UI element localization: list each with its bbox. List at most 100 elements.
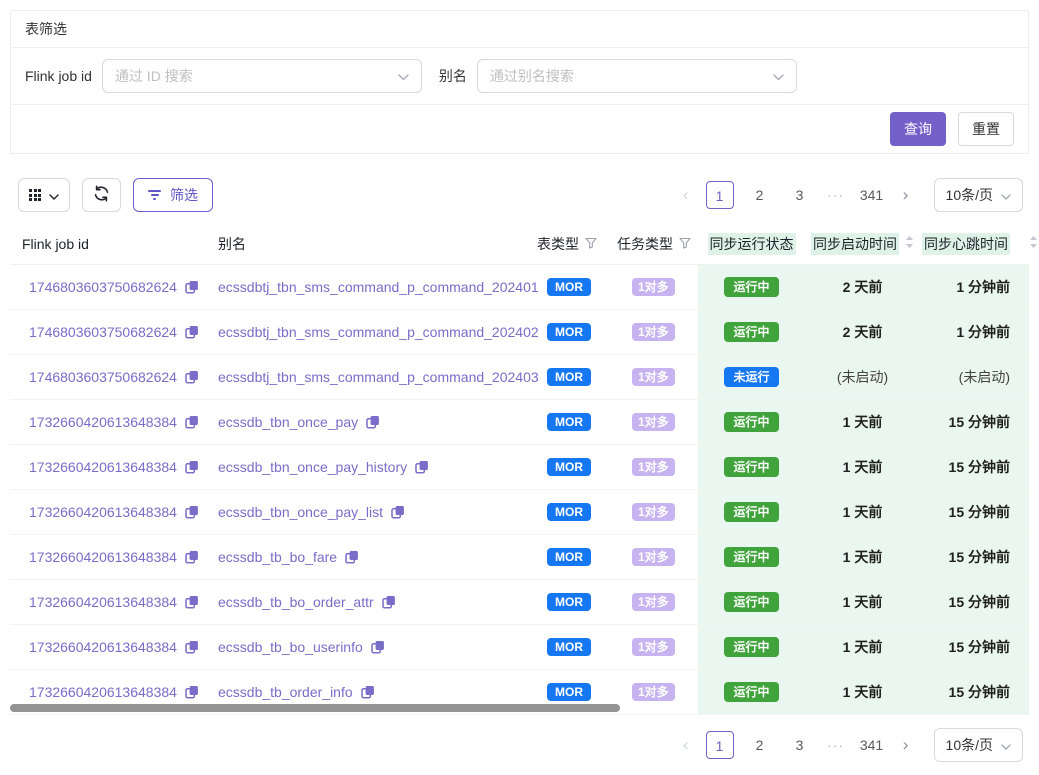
next-page-icon[interactable]: › xyxy=(894,731,918,759)
copy-icon[interactable] xyxy=(185,370,199,384)
task-type-cell: 1对多 xyxy=(617,580,698,624)
job-id-link[interactable]: 1732660420613648384 xyxy=(29,459,177,475)
column-filter-icon[interactable] xyxy=(585,236,597,252)
query-button[interactable]: 查询 xyxy=(890,112,946,146)
alias-select[interactable]: 通过别名搜索 xyxy=(477,59,797,93)
sync-status-cell: 运行中 xyxy=(698,580,805,624)
next-page-icon[interactable]: › xyxy=(894,181,918,209)
prev-page-icon[interactable]: ‹ xyxy=(674,731,698,759)
alias-link[interactable]: ecssdbtj_tbn_sms_command_p_command_20240… xyxy=(218,279,539,295)
grid-icon xyxy=(29,189,41,201)
copy-icon[interactable] xyxy=(185,640,199,654)
page-3-button[interactable]: 3 xyxy=(786,731,814,759)
sync-heartbeat-time-cell: 15 分钟前 xyxy=(920,670,1029,714)
filter-toggle-button[interactable]: 筛选 xyxy=(133,178,213,212)
task-type-badge: 1对多 xyxy=(632,278,675,296)
copy-icon[interactable] xyxy=(185,325,199,339)
task-type-cell: 1对多 xyxy=(617,400,698,444)
copy-icon[interactable] xyxy=(391,505,405,519)
sync-status-cell: 运行中 xyxy=(698,445,805,489)
alias-link[interactable]: ecssdb_tb_order_info xyxy=(218,684,353,700)
job-id-link[interactable]: 1746803603750682624 xyxy=(29,279,177,295)
task-type-cell: 1对多 xyxy=(617,445,698,489)
refresh-icon xyxy=(93,185,110,205)
filter-card: 表筛选 Flink job id 通过 ID 搜索 别名 通过别名搜索 查询 重… xyxy=(10,10,1029,154)
task-type-cell: 1对多 xyxy=(617,670,698,714)
bottom-pagination-bar: ‹ 1 2 3 ··· 341 › 10条/页 xyxy=(0,728,1039,762)
table-type-badge: MOR xyxy=(547,638,591,656)
col-header-sync-heartbeat-time: 同步心跳时间 xyxy=(920,233,1029,255)
sync-status-cell: 运行中 xyxy=(698,625,805,669)
copy-icon[interactable] xyxy=(371,640,385,654)
page-2-button[interactable]: 2 xyxy=(746,181,774,209)
copy-icon[interactable] xyxy=(185,550,199,564)
col-label: Flink job id xyxy=(22,236,89,252)
column-settings-button[interactable] xyxy=(18,178,70,212)
pagination-ellipsis[interactable]: ··· xyxy=(824,737,848,753)
copy-icon[interactable] xyxy=(361,685,375,699)
status-badge: 运行中 xyxy=(724,277,778,297)
page-last-button[interactable]: 341 xyxy=(858,731,886,759)
flink-job-id-placeholder: 通过 ID 搜索 xyxy=(115,66,193,86)
task-type-badge: 1对多 xyxy=(632,593,675,611)
copy-icon[interactable] xyxy=(185,415,199,429)
prev-page-icon[interactable]: ‹ xyxy=(674,181,698,209)
copy-icon[interactable] xyxy=(185,505,199,519)
job-id-cell: 1732660420613648384 xyxy=(10,625,218,669)
copy-icon[interactable] xyxy=(185,685,199,699)
job-id-link[interactable]: 1746803603750682624 xyxy=(29,369,177,385)
table-type-badge: MOR xyxy=(547,323,591,341)
col-label: 同步心跳时间 xyxy=(922,233,1010,255)
chevron-down-icon xyxy=(398,68,409,84)
status-badge: 运行中 xyxy=(724,682,778,702)
copy-icon[interactable] xyxy=(415,460,429,474)
reset-button[interactable]: 重置 xyxy=(958,112,1014,146)
page-1-button[interactable]: 1 xyxy=(706,181,734,209)
copy-icon[interactable] xyxy=(345,550,359,564)
alias-link[interactable]: ecssdb_tbn_once_pay_list xyxy=(218,504,383,520)
sync-status-cell: 运行中 xyxy=(698,310,805,354)
status-badge: 运行中 xyxy=(724,457,778,477)
alias-link[interactable]: ecssdb_tbn_once_pay xyxy=(218,414,358,430)
heartbeat-time-value: 15 分钟前 xyxy=(949,502,1010,522)
column-sorter-icon[interactable] xyxy=(905,235,914,252)
heartbeat-time-value: 1 分钟前 xyxy=(956,322,1010,342)
column-filter-icon[interactable] xyxy=(679,236,691,252)
job-id-link[interactable]: 1732660420613648384 xyxy=(29,684,177,700)
job-id-link[interactable]: 1732660420613648384 xyxy=(29,414,177,430)
alias-link[interactable]: ecssdbtj_tbn_sms_command_p_command_20240… xyxy=(218,324,539,340)
job-id-link[interactable]: 1732660420613648384 xyxy=(29,594,177,610)
column-sorter-icon[interactable] xyxy=(1029,235,1038,252)
job-id-cell: 1746803603750682624 xyxy=(10,310,218,354)
sync-start-time-cell: 1 天前 xyxy=(805,445,920,489)
copy-icon[interactable] xyxy=(185,595,199,609)
job-id-link[interactable]: 1732660420613648384 xyxy=(29,549,177,565)
horizontal-scrollbar[interactable] xyxy=(10,704,620,712)
alias-link[interactable]: ecssdb_tb_bo_userinfo xyxy=(218,639,363,655)
flink-job-id-select[interactable]: 通过 ID 搜索 xyxy=(102,59,422,93)
pagination-ellipsis[interactable]: ··· xyxy=(824,187,848,203)
job-id-link[interactable]: 1732660420613648384 xyxy=(29,639,177,655)
top-pagination: ‹ 1 2 3 ··· 341 › 10条/页 xyxy=(674,178,1023,212)
page-last-button[interactable]: 341 xyxy=(858,181,886,209)
job-id-link[interactable]: 1746803603750682624 xyxy=(29,324,177,340)
page-size-select[interactable]: 10条/页 xyxy=(934,728,1023,762)
page-1-button[interactable]: 1 xyxy=(706,731,734,759)
task-type-badge: 1对多 xyxy=(632,458,675,476)
page-2-button[interactable]: 2 xyxy=(746,731,774,759)
copy-icon[interactable] xyxy=(185,280,199,294)
job-id-cell: 1732660420613648384 xyxy=(10,400,218,444)
copy-icon[interactable] xyxy=(185,460,199,474)
task-type-badge: 1对多 xyxy=(632,503,675,521)
page-3-button[interactable]: 3 xyxy=(786,181,814,209)
alias-link[interactable]: ecssdbtj_tbn_sms_command_p_command_20240… xyxy=(218,369,539,385)
alias-link[interactable]: ecssdb_tb_bo_order_attr xyxy=(218,594,374,610)
copy-icon[interactable] xyxy=(366,415,380,429)
refresh-button[interactable] xyxy=(82,178,121,212)
table-type-cell: MOR xyxy=(537,625,617,669)
alias-link[interactable]: ecssdb_tb_bo_fare xyxy=(218,549,337,565)
page-size-select[interactable]: 10条/页 xyxy=(934,178,1023,212)
job-id-link[interactable]: 1732660420613648384 xyxy=(29,504,177,520)
copy-icon[interactable] xyxy=(382,595,396,609)
alias-link[interactable]: ecssdb_tbn_once_pay_history xyxy=(218,459,407,475)
